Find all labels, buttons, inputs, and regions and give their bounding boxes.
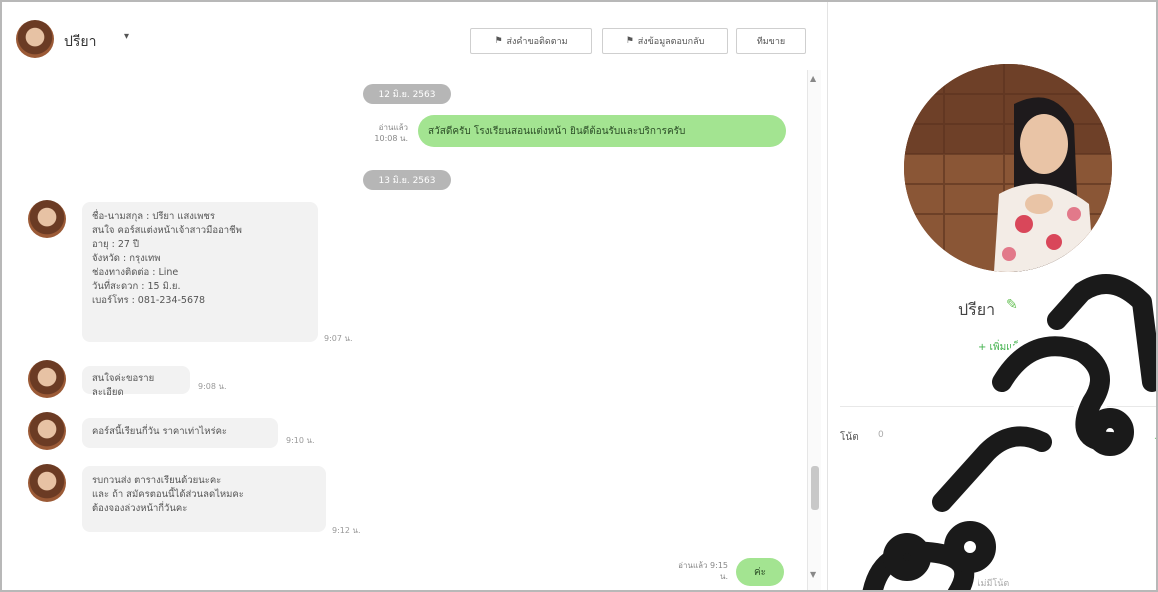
- read-receipt: อ่านแล้ว 10:08 น.: [374, 123, 408, 143]
- reply-info-label: ส่งข้อมูลตอบกลับ: [637, 37, 705, 47]
- sender-avatar[interactable]: [28, 360, 66, 398]
- scroll-down-icon[interactable]: ▼: [810, 570, 816, 579]
- contact-name[interactable]: ปรียา: [64, 31, 96, 53]
- scroll-thumb[interactable]: [811, 466, 819, 510]
- chat-header: ปรียา ▾ ⚑ ส่งคำขอติดตาม ⚑ ส่งข้อมูลตอบกล…: [2, 2, 827, 70]
- add-tag-button[interactable]: + เพิ่มแท็ก: [978, 340, 1025, 355]
- flag-icon: ⚑: [494, 36, 503, 46]
- notes-count: 0: [878, 430, 884, 440]
- sender-avatar[interactable]: [28, 464, 66, 502]
- team-button[interactable]: ทีมขาย: [736, 28, 806, 54]
- message-time: 9:12 น.: [332, 526, 361, 535]
- message-time: 9:10 น.: [286, 436, 315, 445]
- read-receipt: อ่านแล้ว 9:15 น.: [678, 561, 728, 581]
- sent-message[interactable]: สวัสดีครับ โรงเรียนสอนแต่งหน้า ยินดีต้อน…: [418, 115, 786, 147]
- profile-photo-image: [904, 64, 1112, 272]
- edit-icon[interactable]: ✎: [1006, 297, 1018, 313]
- chevron-down-icon[interactable]: ▾: [124, 31, 129, 42]
- contact-panel: ปรียา ✎ + เพิ่มแท็ก โน้ต 0 + ไม่มีโน้ต: [827, 2, 1156, 590]
- sent-message[interactable]: ค่ะ: [736, 558, 784, 586]
- follow-request-button[interactable]: ⚑ ส่งคำขอติดตาม: [470, 28, 592, 54]
- profile-photo: [904, 64, 1112, 272]
- received-message[interactable]: สนใจค่ะขอรายละเอียด: [82, 366, 190, 398]
- sender-avatar[interactable]: [28, 200, 66, 238]
- contact-avatar[interactable]: [16, 20, 54, 58]
- date-separator: 13 มิ.ย. 2563: [363, 170, 451, 190]
- scrollbar[interactable]: ▲ ▼: [807, 70, 821, 590]
- team-label: ทีมขาย: [756, 37, 786, 47]
- reply-info-button[interactable]: ⚑ ส่งข้อมูลตอบกลับ: [602, 28, 728, 54]
- divider: [840, 406, 1156, 407]
- flag-icon: ⚑: [625, 36, 634, 46]
- message-time: 9:08 น.: [198, 382, 227, 391]
- notes-label: โน้ต: [840, 432, 859, 443]
- message-time: 9:07 น.: [324, 334, 353, 343]
- scroll-up-icon[interactable]: ▲: [810, 74, 816, 83]
- sender-avatar[interactable]: [28, 412, 66, 450]
- notes-empty-text: ไม่มีโน้ต: [976, 579, 1010, 589]
- profile-name: ปรียา: [958, 300, 996, 319]
- add-note-button[interactable]: +: [1154, 434, 1156, 444]
- follow-request-label: ส่งคำขอติดตาม: [506, 37, 568, 47]
- date-separator: 12 มิ.ย. 2563: [363, 84, 451, 104]
- received-message[interactable]: ชื่อ-นามสกุล : ปรียา แสงเพชร สนใจ คอร์สแ…: [82, 202, 318, 342]
- received-message[interactable]: คอร์สนี้เรียนกี่วัน ราคาเท่าไหร่คะ: [82, 418, 278, 448]
- received-message[interactable]: รบกวนส่ง ตารางเรียนด้วยนะคะ และ ถ้า สมัค…: [82, 466, 326, 532]
- chat-window: ปรียา ▾ ⚑ ส่งคำขอติดตาม ⚑ ส่งข้อมูลตอบกล…: [0, 0, 1158, 592]
